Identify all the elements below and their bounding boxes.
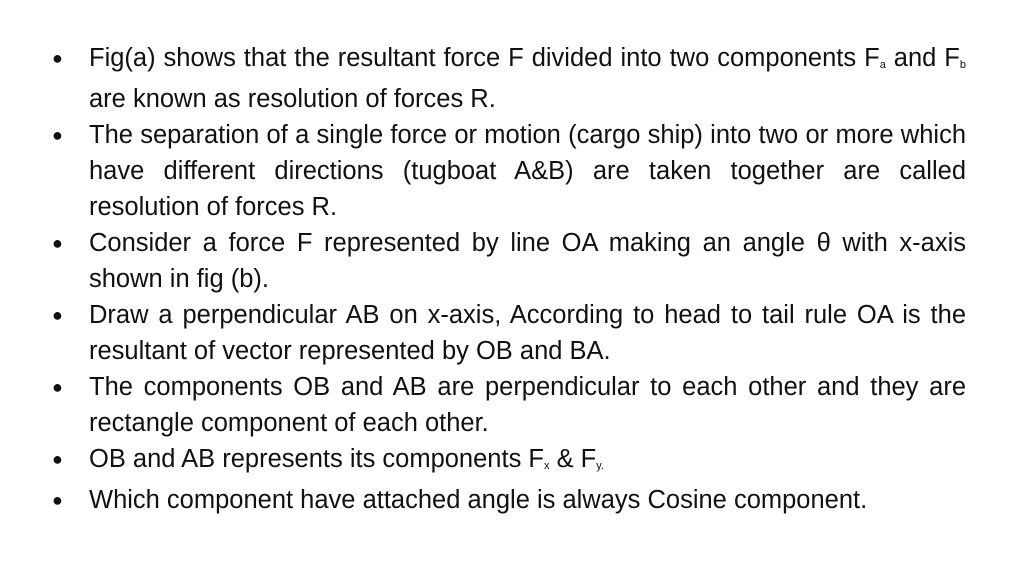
bullet-text: The separation of a single force or moti… [89,121,966,221]
bullet-item-consider-force: ● Consider a force F represented by line… [48,225,966,297]
bullet-dot-icon: ● [52,490,63,510]
bullet-text: Fig(a) shows that the resultant force F … [89,44,966,113]
bullet-item-cosine-component: ● Which component have attached angle is… [48,482,966,518]
bullet-dot-icon: ● [52,449,63,469]
bullet-dot-icon: ● [52,305,63,325]
bullet-item-perpendicular: ● Draw a perpendicular AB on x-axis, Acc… [48,297,966,369]
bullet-text: Which component have attached angle is a… [89,486,868,514]
bullet-list: ● Fig(a) shows that the resultant force … [48,40,966,518]
subscript-y: y. [596,460,604,472]
bullet-item-resultant-force: ● Fig(a) shows that the resultant force … [48,40,966,117]
subscript-x: x [543,460,550,472]
bullet-dot-icon: ● [52,233,63,253]
bullet-item-rectangular-components: ● The components OB and AB are perpendic… [48,369,966,441]
subscript-a: a [879,59,886,71]
slide: ● Fig(a) shows that the resultant force … [0,0,1024,576]
bullet-dot-icon: ● [52,125,63,145]
subscript-b: b [959,59,966,71]
bullet-dot-icon: ● [52,48,63,68]
bullet-text: The components OB and AB are perpendicul… [89,373,966,437]
bullet-text: OB and AB represents its components Fx &… [89,445,604,473]
bullet-text: Consider a force F represented by line O… [89,229,966,293]
bullet-item-separation: ● The separation of a single force or mo… [48,117,966,225]
bullet-item-fx-fy: ● OB and AB represents its components Fx… [48,441,966,482]
bullet-dot-icon: ● [52,377,63,397]
bullet-text: Draw a perpendicular AB on x-axis, Accor… [89,301,966,365]
